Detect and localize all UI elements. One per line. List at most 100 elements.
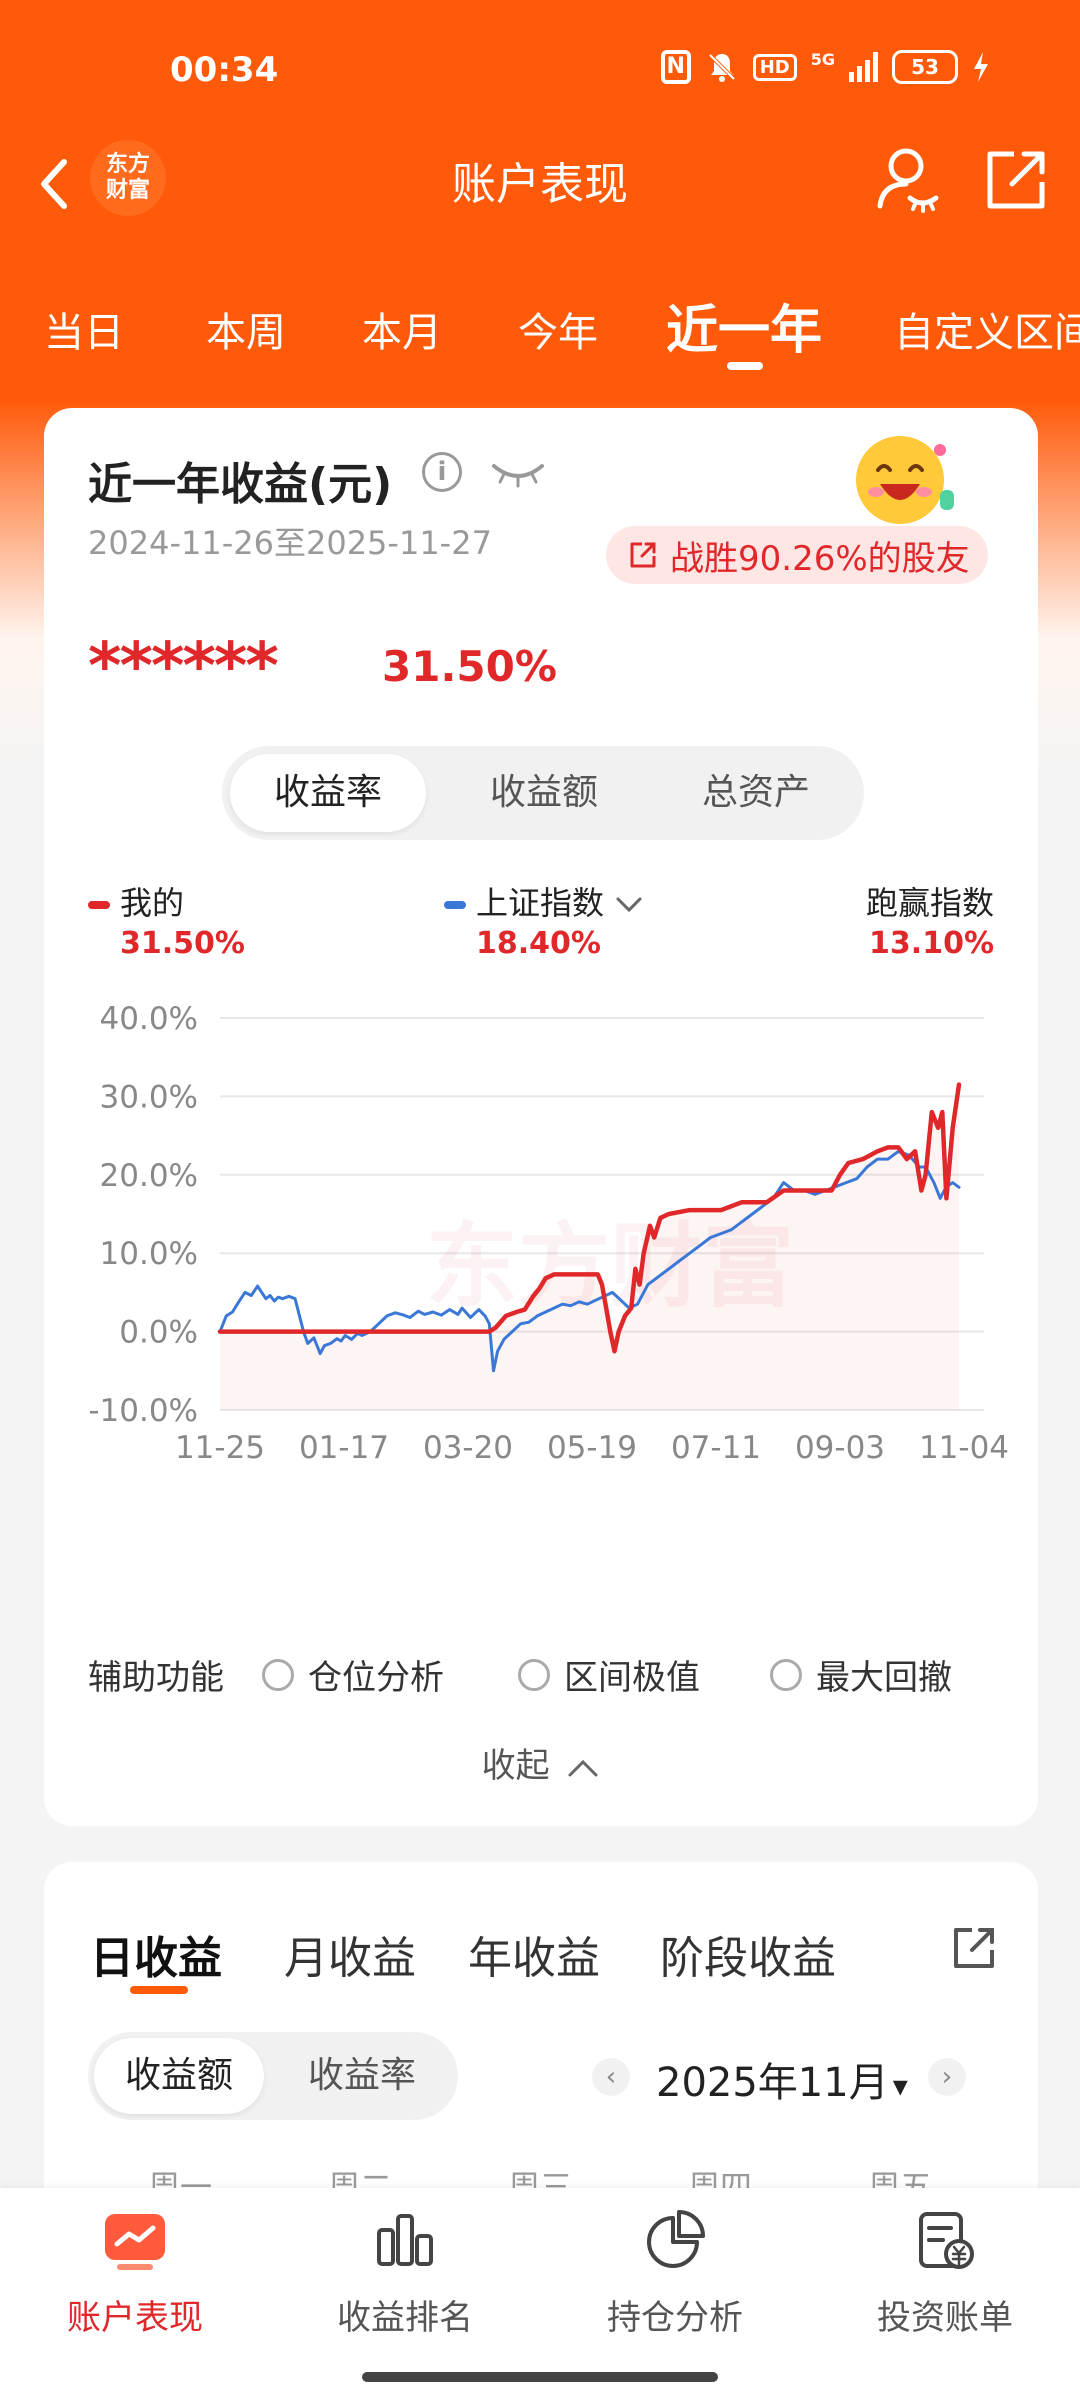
privacy-user-icon[interactable] <box>866 140 946 220</box>
x-tick-label: 01-17 <box>299 1430 389 1466</box>
month-label: 2025年11月 <box>656 2060 889 2106</box>
income-tab-indicator <box>130 1986 188 1994</box>
x-tick-label: 05-19 <box>547 1430 637 1466</box>
y-tick-label: 10.0% <box>100 1236 198 1272</box>
y-tick-label: 30.0% <box>100 1079 198 1115</box>
metric-return-rate[interactable]: 收益率 <box>230 754 426 832</box>
legend-outperform-label: 跑赢指数 <box>865 884 994 922</box>
assist-label: 辅助功能 <box>88 1658 224 1698</box>
legend-mine-value: 31.50% <box>120 926 245 961</box>
pie-chart-icon <box>647 2210 705 2268</box>
collapse-label: 收起 <box>481 1746 550 1786</box>
charging-icon <box>974 52 988 82</box>
bill-icon <box>919 2212 974 2269</box>
masked-profit-amount: ****** <box>88 630 279 704</box>
beat-percentage-badge[interactable]: 战胜90.26%的股友 <box>606 526 988 584</box>
home-indicator <box>362 2372 718 2382</box>
nav-investment-bill[interactable]: 投资账单 <box>810 2208 1080 2339</box>
legend-index-label: 上证指数 <box>476 884 605 922</box>
y-tick-label: -10.0% <box>88 1393 198 1429</box>
option-position-analysis[interactable]: 仓位分析 <box>262 1650 444 1699</box>
tab-stage-income[interactable]: 阶段收益 <box>660 1922 836 1986</box>
radio-icon <box>518 1658 550 1691</box>
next-month-button[interactable]: › <box>928 2058 966 2096</box>
bottom-nav: 账户表现 收益排名 持仓分析 投资账单 <box>0 2188 1080 2400</box>
info-icon[interactable]: i <box>422 452 462 492</box>
tab-custom-range[interactable]: 自定义区间 <box>894 300 1080 358</box>
active-tab-indicator <box>727 362 763 370</box>
eye-closed-icon[interactable] <box>490 458 546 488</box>
collapse-button[interactable]: 收起 <box>44 1738 1038 1787</box>
chevron-down-icon <box>616 897 642 913</box>
radio-icon <box>770 1658 802 1691</box>
nav-account-performance[interactable]: 账户表现 <box>0 2208 270 2339</box>
value-segment: 收益额 收益率 <box>88 2032 458 2120</box>
return-chart[interactable]: 东方财富 40.0% 30.0% 20.0% 10.0% 0.0% -10.0% 11-25… <box>44 978 1038 1478</box>
tab-today[interactable]: 当日 <box>44 300 124 358</box>
metric-segment: 收益率 收益额 总资产 <box>222 746 864 840</box>
metric-profit-amount[interactable]: 收益额 <box>446 754 642 832</box>
tab-monthly-income[interactable]: 月收益 <box>284 1922 416 1986</box>
metric-total-assets[interactable]: 总资产 <box>658 754 854 832</box>
signal-icon <box>849 52 878 82</box>
option-position-analysis-label: 仓位分析 <box>308 1658 444 1698</box>
y-tick-label: 40.0% <box>100 1001 198 1037</box>
option-range-extremes[interactable]: 区间极值 <box>518 1650 700 1699</box>
month-selector[interactable]: 2025年11月 ▾ <box>656 2050 908 2108</box>
tab-this-year[interactable]: 今年 <box>518 300 598 358</box>
option-range-extremes-label: 区间极值 <box>564 1658 700 1698</box>
tab-last-year[interactable]: 近一年 <box>666 288 822 363</box>
tab-this-week[interactable]: 本周 <box>206 300 286 358</box>
beat-text: 战胜90.26%的股友 <box>670 538 970 579</box>
option-max-drawdown-label: 最大回撤 <box>816 1658 952 1698</box>
share-icon[interactable] <box>946 1920 1002 1976</box>
y-tick-label: 0.0% <box>119 1315 198 1351</box>
legend-outperform-value: 13.10% <box>869 926 994 961</box>
status-bar: 00:34 N HD 5G 53 <box>0 0 1080 140</box>
x-tick-label: 11-25 <box>175 1430 265 1466</box>
legend-index[interactable]: 上证指数 <box>444 878 644 924</box>
status-icons: N HD 5G 53 <box>660 50 990 84</box>
app-header: 东方 财富 账户表现 <box>0 130 1080 240</box>
legend-mine-label: 我的 <box>120 884 185 922</box>
nav-account-performance-label: 账户表现 <box>67 2298 203 2338</box>
legend-index-swatch <box>444 901 466 909</box>
happy-face-icon <box>856 436 954 524</box>
tab-daily-income[interactable]: 日收益 <box>90 1922 222 1986</box>
nav-income-ranking-label: 收益排名 <box>337 2298 473 2338</box>
return-chart-svg: 东方财富 40.0%30.0%20.0%10.0%0.0%-10.0%11-25… <box>88 1001 1009 1466</box>
x-tick-label: 09-03 <box>795 1430 885 1466</box>
y-tick-label: 20.0% <box>100 1158 198 1194</box>
nav-income-ranking[interactable]: 收益排名 <box>270 2208 540 2339</box>
nav-holding-analysis[interactable]: 持仓分析 <box>540 2208 810 2339</box>
bar-ranking-icon <box>377 2214 433 2266</box>
x-tick-label: 11-04 <box>919 1430 1009 1466</box>
summary-title: 近一年收益(元) <box>88 459 393 510</box>
share-edit-icon <box>630 542 656 568</box>
status-time: 00:34 <box>170 50 279 90</box>
date-range: 2024-11-26至2025-11-27 <box>88 524 492 562</box>
legend-mine: 我的 <box>88 878 184 924</box>
x-tick-label: 07-11 <box>671 1430 761 1466</box>
option-max-drawdown[interactable]: 最大回撤 <box>770 1650 952 1699</box>
share-external-icon[interactable] <box>976 140 1056 220</box>
performance-card: 近一年收益(元) i 2024-11-26至2025-11-27 战胜90.26… <box>44 408 1038 1826</box>
battery-icon: 53 <box>892 50 958 84</box>
nfc-icon: N <box>660 50 691 84</box>
performance-chart-icon <box>105 2214 165 2270</box>
period-tabs: 当日 本周 本月 今年 近一年 自定义区间 <box>0 280 1080 380</box>
network-label: 5G <box>810 50 835 69</box>
value-profit-amount[interactable]: 收益额 <box>94 2038 264 2114</box>
value-return-rate[interactable]: 收益率 <box>272 2038 452 2114</box>
chevron-up-icon <box>568 1759 598 1776</box>
legend-index-value: 18.40% <box>476 926 601 961</box>
x-tick-label: 03-20 <box>423 1430 513 1466</box>
nav-holding-analysis-label: 持仓分析 <box>607 2298 743 2338</box>
radio-icon <box>262 1658 294 1691</box>
tab-yearly-income[interactable]: 年收益 <box>468 1922 600 1986</box>
prev-month-button[interactable]: ‹ <box>592 2058 630 2096</box>
nav-investment-bill-label: 投资账单 <box>877 2298 1013 2338</box>
return-rate: 31.50% <box>382 642 557 691</box>
tab-this-month[interactable]: 本月 <box>362 300 442 358</box>
hd-icon: HD <box>752 53 797 81</box>
